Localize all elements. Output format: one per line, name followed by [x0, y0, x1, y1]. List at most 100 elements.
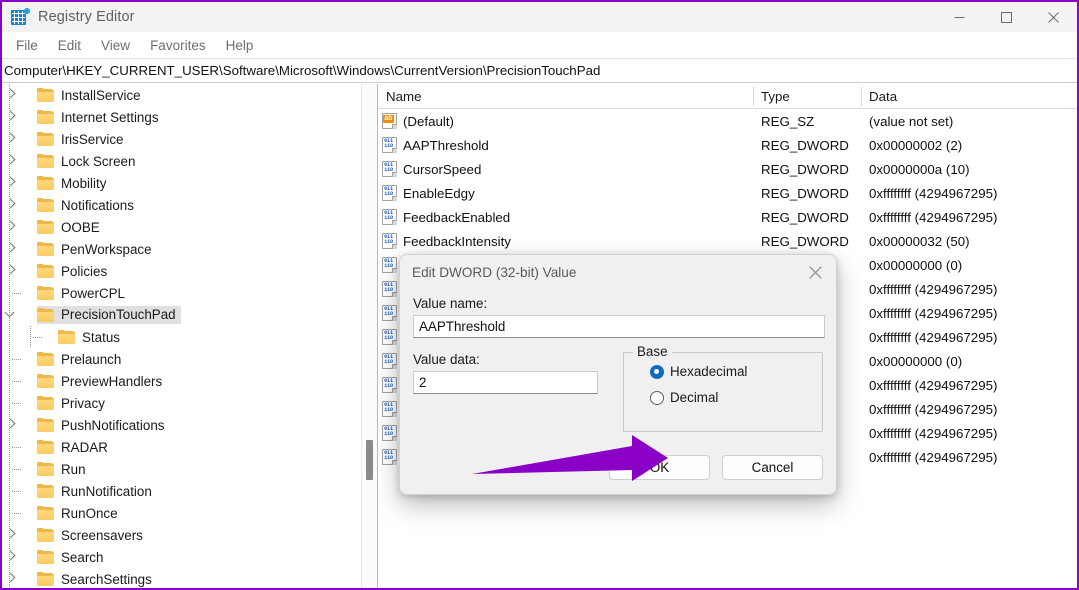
chevron-right-icon[interactable]	[2, 238, 23, 260]
tree-item-label: Privacy	[61, 395, 105, 411]
radio-hexadecimal-indicator[interactable]	[650, 364, 664, 379]
table-row[interactable]: 011 110 FeedbackEnabled REG_DWORD 0xffffffff…	[378, 205, 1077, 229]
value-name-text: CursorSpeed	[403, 161, 482, 177]
chevron-right-icon[interactable]	[2, 106, 23, 128]
chevron-right-icon[interactable]	[2, 524, 23, 546]
tree-item-pushnotifications[interactable]: PushNotifications	[2, 414, 361, 436]
minimize-icon[interactable]	[936, 2, 983, 32]
tree-item-irisservice[interactable]: IrisService	[2, 128, 361, 150]
tree-item-run[interactable]: Run	[2, 458, 361, 480]
value-name-input[interactable]: AAPThreshold	[413, 315, 825, 338]
folder-icon	[37, 352, 55, 366]
folder-icon	[37, 132, 55, 146]
value-data-cell: 0xffffffff (4294967295)	[869, 209, 998, 225]
cancel-button[interactable]: Cancel	[722, 455, 823, 480]
table-row[interactable]: 011 110 EnableEdgy REG_DWORD 0xffffffff (429…	[378, 181, 1077, 205]
table-row[interactable]: 011 110 AAPThreshold REG_DWORD 0x00000002 (2…	[378, 133, 1077, 157]
menu-edit[interactable]: Edit	[48, 35, 91, 56]
tree-item-penworkspace[interactable]: PenWorkspace	[2, 238, 361, 260]
column-header-type[interactable]: Type	[753, 84, 861, 109]
dword-value-icon: 011 110	[382, 353, 397, 369]
menu-file[interactable]: File	[6, 35, 48, 56]
table-row[interactable]: ab (Default) REG_SZ (value not set)	[378, 109, 1077, 133]
table-row[interactable]: 011 110 FeedbackIntensity REG_DWORD 0x000000…	[378, 229, 1077, 253]
chevron-right-icon[interactable]	[2, 216, 23, 238]
tree-scrollbar[interactable]	[361, 84, 377, 588]
tree-item-label: Search	[61, 549, 104, 565]
chevron-right-icon[interactable]	[2, 150, 23, 172]
tree-item-runonce[interactable]: RunOnce	[2, 502, 361, 524]
folder-icon	[37, 110, 55, 124]
value-data-input[interactable]: 2	[413, 371, 598, 394]
tree-item-previewhandlers[interactable]: PreviewHandlers	[2, 370, 361, 392]
tree-item-searchsettings[interactable]: SearchSettings	[2, 568, 361, 588]
chevron-right-icon[interactable]	[2, 260, 23, 282]
radio-decimal[interactable]: Decimal	[650, 390, 822, 405]
tree-item-search[interactable]: Search	[2, 546, 361, 568]
tree-item-label: RunOnce	[61, 505, 118, 521]
chevron-right-icon[interactable]	[2, 414, 23, 436]
value-name-cell: 011 110 EnableEdgy	[378, 181, 753, 205]
folder-icon	[37, 286, 55, 300]
folder-icon	[37, 462, 55, 476]
column-header-data[interactable]: Data	[861, 84, 1077, 109]
tree-item-lock-screen[interactable]: Lock Screen	[2, 150, 361, 172]
tree-item-label: Lock Screen	[61, 153, 136, 169]
value-data-cell: 0x00000002 (2)	[869, 137, 963, 153]
tree-item-oobe[interactable]: OOBE	[2, 216, 361, 238]
maximize-icon[interactable]	[983, 2, 1030, 32]
dialog-close-icon[interactable]	[794, 255, 836, 289]
chevron-right-icon[interactable]	[2, 568, 23, 588]
radio-hexadecimal[interactable]: Hexadecimal	[650, 364, 822, 379]
ok-button[interactable]: OK	[609, 455, 710, 480]
chevron-right-icon[interactable]	[2, 194, 23, 216]
tree-item-radar[interactable]: RADAR	[2, 436, 361, 458]
menu-favorites[interactable]: Favorites	[140, 35, 216, 56]
tree-item-prelaunch[interactable]: Prelaunch	[2, 348, 361, 370]
value-data-cell: 0xffffffff (4294967295)	[869, 281, 998, 297]
value-name-text: FeedbackEnabled	[403, 209, 511, 225]
tree-item-screensavers[interactable]: Screensavers	[2, 524, 361, 546]
tree-item-internet-settings[interactable]: Internet Settings	[2, 106, 361, 128]
value-data-cell: 0xffffffff (4294967295)	[869, 305, 998, 321]
value-type-cell: REG_SZ	[761, 113, 815, 129]
menu-help[interactable]: Help	[216, 35, 264, 56]
dword-value-icon: 011 110	[382, 449, 397, 465]
tree-item-status[interactable]: Status	[2, 326, 361, 348]
chevron-right-icon[interactable]	[2, 84, 23, 106]
column-header-name[interactable]: Name	[378, 84, 753, 109]
radio-decimal-indicator[interactable]	[650, 390, 664, 405]
dword-value-icon: 011 110	[382, 257, 397, 273]
chevron-right-icon[interactable]	[2, 172, 23, 194]
chevron-right-icon[interactable]	[2, 128, 23, 150]
chevron-right-icon[interactable]	[2, 546, 23, 568]
value-type-cell: REG_DWORD	[761, 185, 849, 201]
tree-item-notifications[interactable]: Notifications	[2, 194, 361, 216]
menu-bar: File Edit View Favorites Help	[2, 32, 1077, 59]
tree-item-label: PreviewHandlers	[61, 373, 163, 389]
menu-view[interactable]: View	[91, 35, 140, 56]
address-bar[interactable]: Computer\HKEY_CURRENT_USER\Software\Micr…	[2, 59, 1077, 83]
close-icon[interactable]	[1030, 2, 1077, 32]
chevron-down-icon[interactable]	[2, 304, 23, 326]
value-data-cell: 0xffffffff (4294967295)	[869, 425, 998, 441]
tree-scrollbar-thumb[interactable]	[366, 440, 373, 480]
tree-item-label: Status	[82, 329, 120, 345]
table-row[interactable]: 011 110 CursorSpeed REG_DWORD 0x0000000a (10…	[378, 157, 1077, 181]
tree-item-label: RunNotification	[61, 483, 152, 499]
base-radio-group: Base Hexadecimal Decimal	[623, 344, 823, 432]
tree-item-precisiontouchpad[interactable]: PrecisionTouchPad	[2, 304, 361, 326]
tree-item-powercpl[interactable]: PowerCPL	[2, 282, 361, 304]
registry-tree: InstallService Internet Settings IrisServi…	[2, 84, 361, 588]
tree-connector	[2, 502, 23, 524]
tree-item-label: InstallService	[61, 87, 141, 103]
tree-item-installservice[interactable]: InstallService	[2, 84, 361, 106]
tree-item-privacy[interactable]: Privacy	[2, 392, 361, 414]
tree-item-runnotification[interactable]: RunNotification	[2, 480, 361, 502]
tree-item-policies[interactable]: Policies	[2, 260, 361, 282]
dword-value-icon: 011 110	[382, 377, 397, 393]
tree-item-mobility[interactable]: Mobility	[2, 172, 361, 194]
radio-hexadecimal-label: Hexadecimal	[670, 364, 748, 379]
window-title: Registry Editor	[38, 9, 135, 25]
value-name-text: (Default)	[403, 113, 454, 129]
